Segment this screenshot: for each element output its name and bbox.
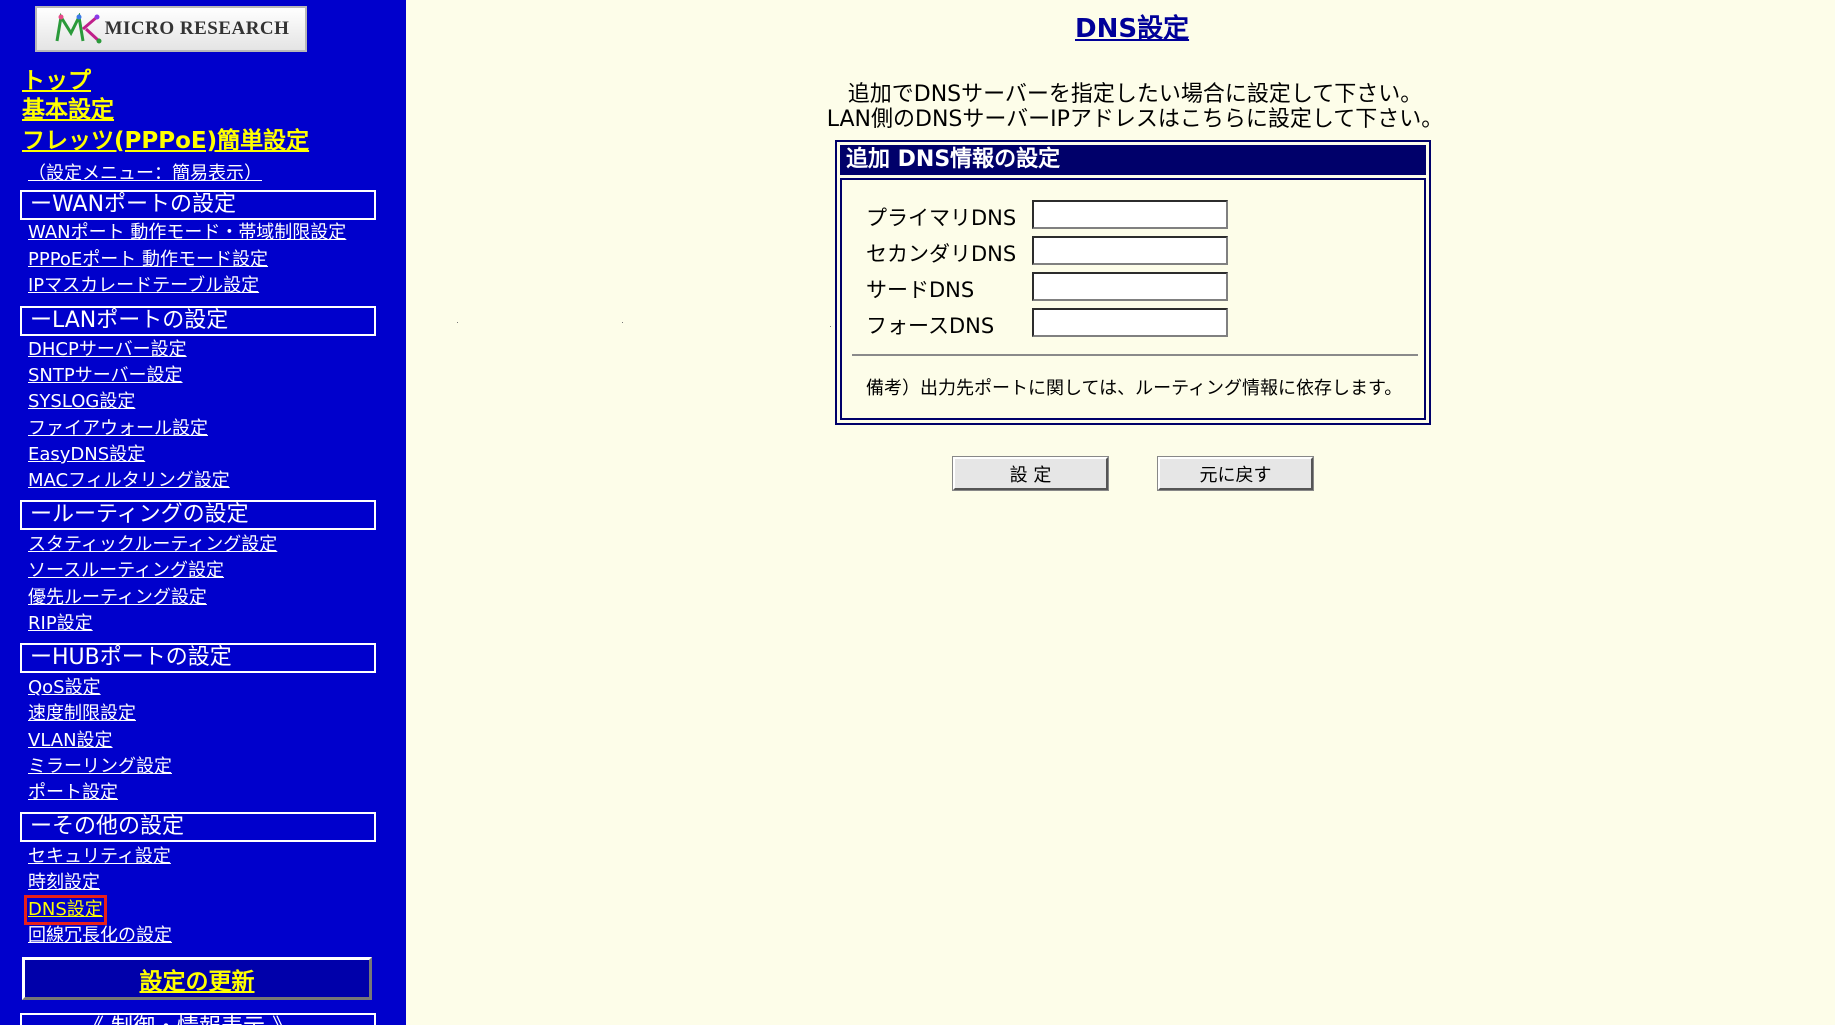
nav-link-security[interactable]: セキュリティ設定 xyxy=(28,846,171,868)
nav-link-rip[interactable]: RIP設定 xyxy=(28,613,93,635)
nav-link-speed-limit[interactable]: 速度制限設定 xyxy=(28,703,136,725)
secondary-dns-input[interactable] xyxy=(1032,236,1228,265)
nav-link-port-settings[interactable]: ポート設定 xyxy=(28,782,118,804)
panel-header: 追加 DNS情報の設定 xyxy=(840,145,1426,175)
decorative-dot xyxy=(622,322,623,323)
submit-button[interactable]: 設 定 xyxy=(952,456,1109,491)
intro-text-line-2: LAN側のDNSサーバーIPアドレスはこちらに設定して下さい。 xyxy=(826,107,1444,132)
nav-link-mac-filtering[interactable]: MACフィルタリング設定 xyxy=(28,470,230,492)
panel-body: プライマリDNS セカンダリDNS サードDNS フォースDNS 備考）出力先ポ… xyxy=(840,178,1426,420)
fourth-dns-input[interactable] xyxy=(1032,308,1228,337)
sidebar-nav: MICRO RESEARCH トップ 基本設定 フレッツ(PPPoE)簡単設定 … xyxy=(0,0,406,1025)
nav-link-mirroring[interactable]: ミラーリング設定 xyxy=(28,756,172,778)
nav-link-syslog[interactable]: SYSLOG設定 xyxy=(28,391,135,413)
micro-research-logo-icon xyxy=(55,13,102,44)
routing-note: 備考）出力先ポートに関しては、ルーティング情報に依存します。 xyxy=(866,378,1403,399)
secondary-dns-label: セカンダリDNS xyxy=(866,242,1017,266)
decorative-dot xyxy=(457,322,458,323)
panel-divider xyxy=(852,354,1418,356)
third-dns-input[interactable] xyxy=(1032,272,1228,301)
nav-link-wan-port-mode[interactable]: WANポート 動作モード・帯域制限設定 xyxy=(28,222,346,244)
section-header-wan: ーWANポートの設定 xyxy=(20,190,376,220)
logo-text: MICRO RESEARCH xyxy=(104,18,290,39)
nav-link-qos[interactable]: QoS設定 xyxy=(28,677,101,699)
section-header-lan: ーLANポートの設定 xyxy=(20,306,376,336)
third-dns-label: サードDNS xyxy=(866,278,975,302)
nav-link-basic-settings[interactable]: 基本設定 xyxy=(22,90,114,124)
page-title: DNS設定 xyxy=(1075,14,1190,44)
update-settings-button[interactable]: 設定の更新 xyxy=(22,957,372,1000)
nav-link-dns-active[interactable]: DNS設定 xyxy=(24,895,107,925)
nav-link-pppoe-port-mode[interactable]: PPPoEポート 動作モード設定 xyxy=(28,249,268,271)
nav-link-source-routing[interactable]: ソースルーティング設定 xyxy=(28,560,224,582)
nav-link-dhcp-server[interactable]: DHCPサーバー設定 xyxy=(28,339,187,361)
nav-link-vlan[interactable]: VLAN設定 xyxy=(28,730,113,752)
nav-link-line-redundancy[interactable]: 回線冗長化の設定 xyxy=(28,925,172,947)
reset-button[interactable]: 元に戻す xyxy=(1157,456,1314,491)
nav-link-static-routing[interactable]: スタティックルーティング設定 xyxy=(28,534,277,556)
nav-link-priority-routing[interactable]: 優先ルーティング設定 xyxy=(28,587,207,609)
nav-link-sntp-server[interactable]: SNTPサーバー設定 xyxy=(28,365,183,387)
primary-dns-input[interactable] xyxy=(1032,200,1228,229)
dns-settings-panel: 追加 DNS情報の設定 プライマリDNS セカンダリDNS サードDNS フォー… xyxy=(835,140,1431,425)
section-header-status-partial: 《 制御・情報表示 》 xyxy=(20,1013,376,1025)
fourth-dns-label: フォースDNS xyxy=(866,314,995,338)
nav-link-time[interactable]: 時刻設定 xyxy=(28,872,100,894)
nav-link-firewall[interactable]: ファイアウォール設定 xyxy=(28,418,208,440)
nav-link-ip-masquerade[interactable]: IPマスカレードテーブル設定 xyxy=(28,275,259,297)
section-header-hub: ーHUBポートの設定 xyxy=(20,643,376,673)
section-header-other: ーその他の設定 xyxy=(20,812,376,842)
nav-link-flets-pppoe-easy[interactable]: フレッツ(PPPoE)簡単設定 xyxy=(22,121,309,155)
menu-mode-toggle-link[interactable]: （設定メニュー：簡易表示） xyxy=(28,159,262,185)
decorative-dot xyxy=(830,326,831,327)
micro-research-logo[interactable]: MICRO RESEARCH xyxy=(35,6,307,52)
primary-dns-label: プライマリDNS xyxy=(866,206,1017,230)
section-header-routing: ールーティングの設定 xyxy=(20,500,376,530)
nav-link-easydns[interactable]: EasyDNS設定 xyxy=(28,444,145,466)
